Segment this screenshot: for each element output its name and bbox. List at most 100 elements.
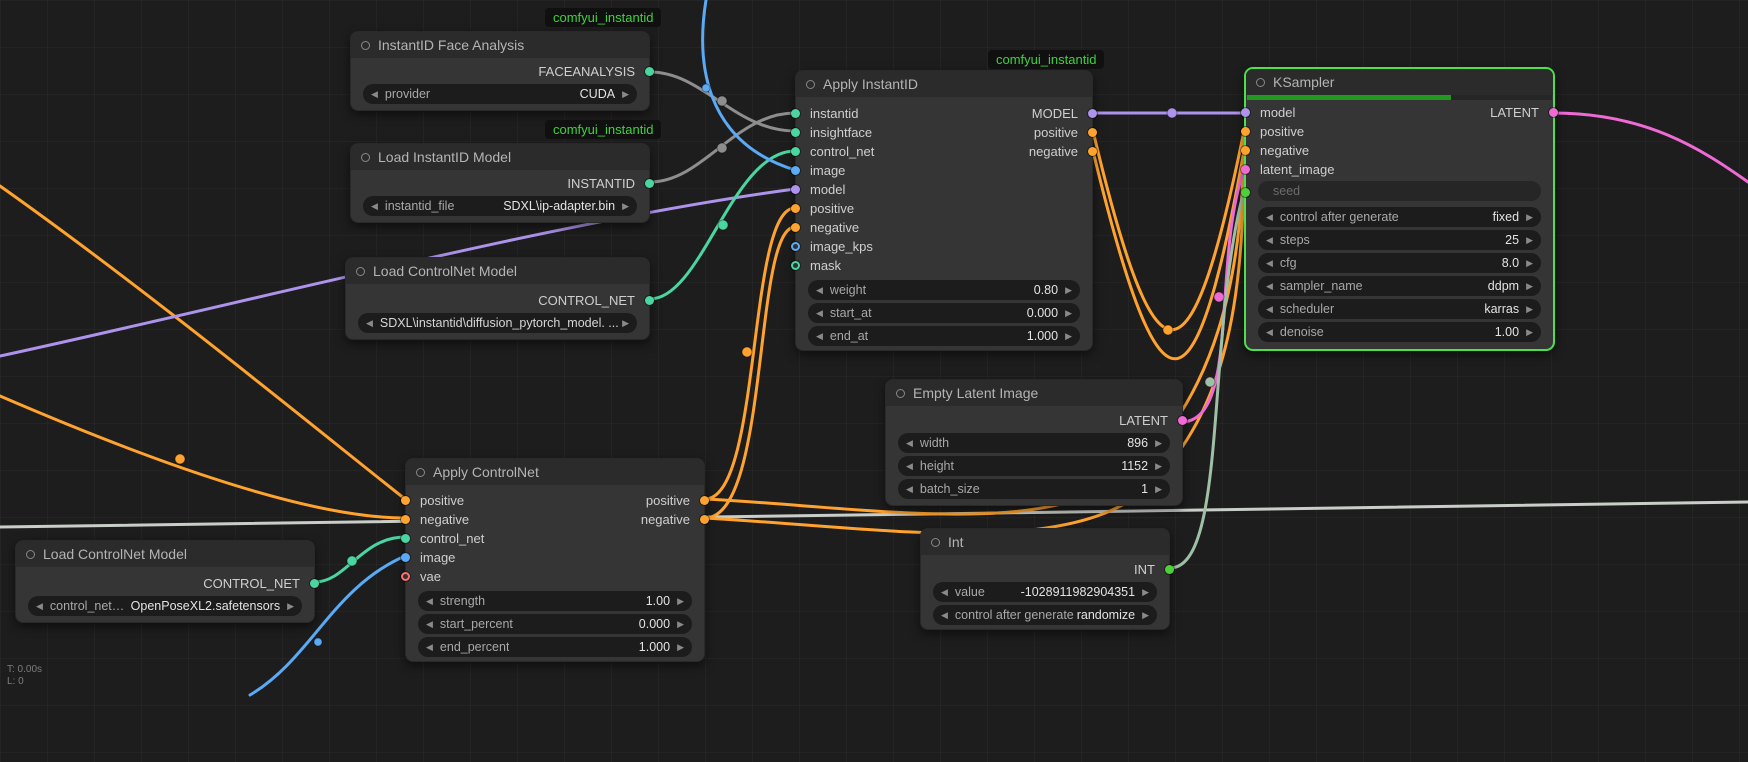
cfg-widget[interactable]: ◀ cfg 8.0 ▶	[1258, 253, 1541, 273]
collapse-dot-icon[interactable]	[361, 153, 370, 162]
width-widget[interactable]: ◀ width 896 ▶	[898, 433, 1170, 453]
node-title-bar[interactable]: Int	[921, 529, 1169, 555]
decrement-arrow-icon[interactable]: ◀	[906, 484, 913, 495]
decrement-arrow-icon[interactable]: ◀	[816, 285, 823, 296]
link-midpoint[interactable]	[1167, 108, 1177, 118]
decrement-arrow-icon[interactable]: ◀	[906, 438, 913, 449]
node-load-controlnet-model-bottom[interactable]: Load ControlNet Model CONTROL_NET ◀ cont…	[15, 540, 315, 623]
node-title-bar[interactable]: KSampler	[1246, 69, 1553, 95]
node-title-bar[interactable]: Load ControlNet Model	[16, 541, 314, 567]
node-apply-instantid[interactable]: Apply InstantID instantid MODEL insightf…	[795, 70, 1093, 351]
node-empty-latent-image[interactable]: Empty Latent Image LATENT ◀ width 896 ▶ …	[885, 379, 1183, 506]
decrement-arrow-icon[interactable]: ◀	[941, 587, 948, 598]
collapse-dot-icon[interactable]	[26, 550, 35, 559]
controlnet-file-widget[interactable]: ◀ SDXL\instantid\diffusion_pytorch_model…	[358, 313, 637, 333]
increment-arrow-icon[interactable]: ▶	[677, 619, 684, 630]
collapse-dot-icon[interactable]	[361, 41, 370, 50]
collapse-dot-icon[interactable]	[896, 389, 905, 398]
output-slot-latent[interactable]	[1178, 416, 1187, 425]
control-after-generate-widget[interactable]: ◀ control after generate fixed ▶	[1258, 207, 1541, 227]
node-title-bar[interactable]: Apply InstantID	[796, 71, 1092, 97]
node-title-bar[interactable]: InstantID Face Analysis	[351, 32, 649, 58]
increment-arrow-icon[interactable]: ▶	[1065, 331, 1072, 342]
output-slot-control-net[interactable]	[645, 296, 654, 305]
node-int[interactable]: Int INT ◀ value -1028911982904351 ▶ ◀ co…	[920, 528, 1170, 630]
output-slot-control-net[interactable]	[310, 579, 319, 588]
start-at-widget[interactable]: ◀ start_at 0.000 ▶	[808, 303, 1080, 323]
increment-arrow-icon[interactable]: ▶	[677, 596, 684, 607]
link-midpoint[interactable]	[742, 347, 752, 357]
increment-arrow-icon[interactable]: ▶	[1142, 610, 1149, 621]
link-midpoint[interactable]	[718, 220, 728, 230]
input-slot-latent-image[interactable]	[1241, 165, 1250, 174]
decrement-arrow-icon[interactable]: ◀	[426, 596, 433, 607]
increment-arrow-icon[interactable]: ▶	[1526, 212, 1533, 223]
end-at-widget[interactable]: ◀ end_at 1.000 ▶	[808, 326, 1080, 346]
increment-arrow-icon[interactable]: ▶	[287, 601, 294, 612]
start-percent-widget[interactable]: ◀ start_percent 0.000 ▶	[418, 614, 692, 634]
end-percent-widget[interactable]: ◀ end_percent 1.000 ▶	[418, 637, 692, 657]
decrement-arrow-icon[interactable]: ◀	[1266, 304, 1273, 315]
increment-arrow-icon[interactable]: ▶	[1526, 281, 1533, 292]
input-slot-model[interactable]	[1241, 108, 1250, 117]
input-slot-negative[interactable]	[791, 223, 800, 232]
decrement-arrow-icon[interactable]: ◀	[36, 601, 43, 612]
steps-widget[interactable]: ◀ steps 25 ▶	[1258, 230, 1541, 250]
increment-arrow-icon[interactable]: ▶	[1155, 484, 1162, 495]
controlnet-name-widget[interactable]: ◀ control_net_n... OpenPoseXL2.safetenso…	[28, 596, 302, 616]
instantid-file-widget[interactable]: ◀ instantid_file SDXL\ip-adapter.bin ▶	[363, 196, 637, 216]
decrement-arrow-icon[interactable]: ◀	[816, 308, 823, 319]
increment-arrow-icon[interactable]: ▶	[622, 201, 629, 212]
node-title-bar[interactable]: Apply ControlNet	[406, 459, 704, 485]
control-after-generate-widget[interactable]: ◀ control after generate randomize ▶	[933, 605, 1157, 625]
decrement-arrow-icon[interactable]: ◀	[426, 642, 433, 653]
input-slot-control-net[interactable]	[401, 534, 410, 543]
input-slot-negative[interactable]	[1241, 146, 1250, 155]
decrement-arrow-icon[interactable]: ◀	[371, 201, 378, 212]
weight-widget[interactable]: ◀ weight 0.80 ▶	[808, 280, 1080, 300]
decrement-arrow-icon[interactable]: ◀	[816, 331, 823, 342]
increment-arrow-icon[interactable]: ▶	[1526, 304, 1533, 315]
sampler-name-widget[interactable]: ◀ sampler_name ddpm ▶	[1258, 276, 1541, 296]
increment-arrow-icon[interactable]: ▶	[1065, 285, 1072, 296]
input-slot-positive[interactable]	[1241, 127, 1250, 136]
node-graph-canvas[interactable]: comfyui_instantid comfyui_instantid comf…	[0, 0, 1748, 762]
output-slot-faceanalysis[interactable]	[645, 67, 654, 76]
provider-widget[interactable]: ◀ provider CUDA ▶	[363, 84, 637, 104]
node-title-bar[interactable]: Load InstantID Model	[351, 144, 649, 170]
output-slot-model[interactable]	[1088, 109, 1097, 118]
collapse-dot-icon[interactable]	[806, 80, 815, 89]
collapse-dot-icon[interactable]	[356, 267, 365, 276]
node-title-bar[interactable]: Empty Latent Image	[886, 380, 1182, 406]
decrement-arrow-icon[interactable]: ◀	[906, 461, 913, 472]
height-widget[interactable]: ◀ height 1152 ▶	[898, 456, 1170, 476]
increment-arrow-icon[interactable]: ▶	[622, 89, 629, 100]
link-midpoint[interactable]	[1205, 377, 1215, 387]
strength-widget[interactable]: ◀ strength 1.00 ▶	[418, 591, 692, 611]
link-midpoint[interactable]	[314, 638, 322, 646]
link-midpoint[interactable]	[702, 84, 710, 92]
output-slot-negative[interactable]	[700, 515, 709, 524]
increment-arrow-icon[interactable]: ▶	[1526, 258, 1533, 269]
increment-arrow-icon[interactable]: ▶	[1155, 461, 1162, 472]
collapse-dot-icon[interactable]	[1256, 78, 1265, 87]
node-instantid-face-analysis[interactable]: InstantID Face Analysis FACEANALYSIS ◀ p…	[350, 31, 650, 111]
input-slot-positive[interactable]	[791, 204, 800, 213]
output-slot-int[interactable]	[1165, 565, 1174, 574]
input-slot-image[interactable]	[401, 553, 410, 562]
link-midpoint[interactable]	[717, 96, 727, 106]
link-midpoint[interactable]	[175, 454, 185, 464]
decrement-arrow-icon[interactable]: ◀	[426, 619, 433, 630]
decrement-arrow-icon[interactable]: ◀	[1266, 327, 1273, 338]
output-slot-positive[interactable]	[1088, 128, 1097, 137]
output-slot-latent[interactable]	[1549, 108, 1558, 117]
decrement-arrow-icon[interactable]: ◀	[941, 610, 948, 621]
increment-arrow-icon[interactable]: ▶	[677, 642, 684, 653]
decrement-arrow-icon[interactable]: ◀	[1266, 281, 1273, 292]
denoise-widget[interactable]: ◀ denoise 1.00 ▶	[1258, 322, 1541, 342]
node-title-bar[interactable]: Load ControlNet Model	[346, 258, 649, 284]
link-midpoint[interactable]	[717, 143, 727, 153]
value-widget[interactable]: ◀ value -1028911982904351 ▶	[933, 582, 1157, 602]
input-slot-vae[interactable]	[401, 572, 410, 581]
node-load-instantid-model[interactable]: Load InstantID Model INSTANTID ◀ instant…	[350, 143, 650, 223]
